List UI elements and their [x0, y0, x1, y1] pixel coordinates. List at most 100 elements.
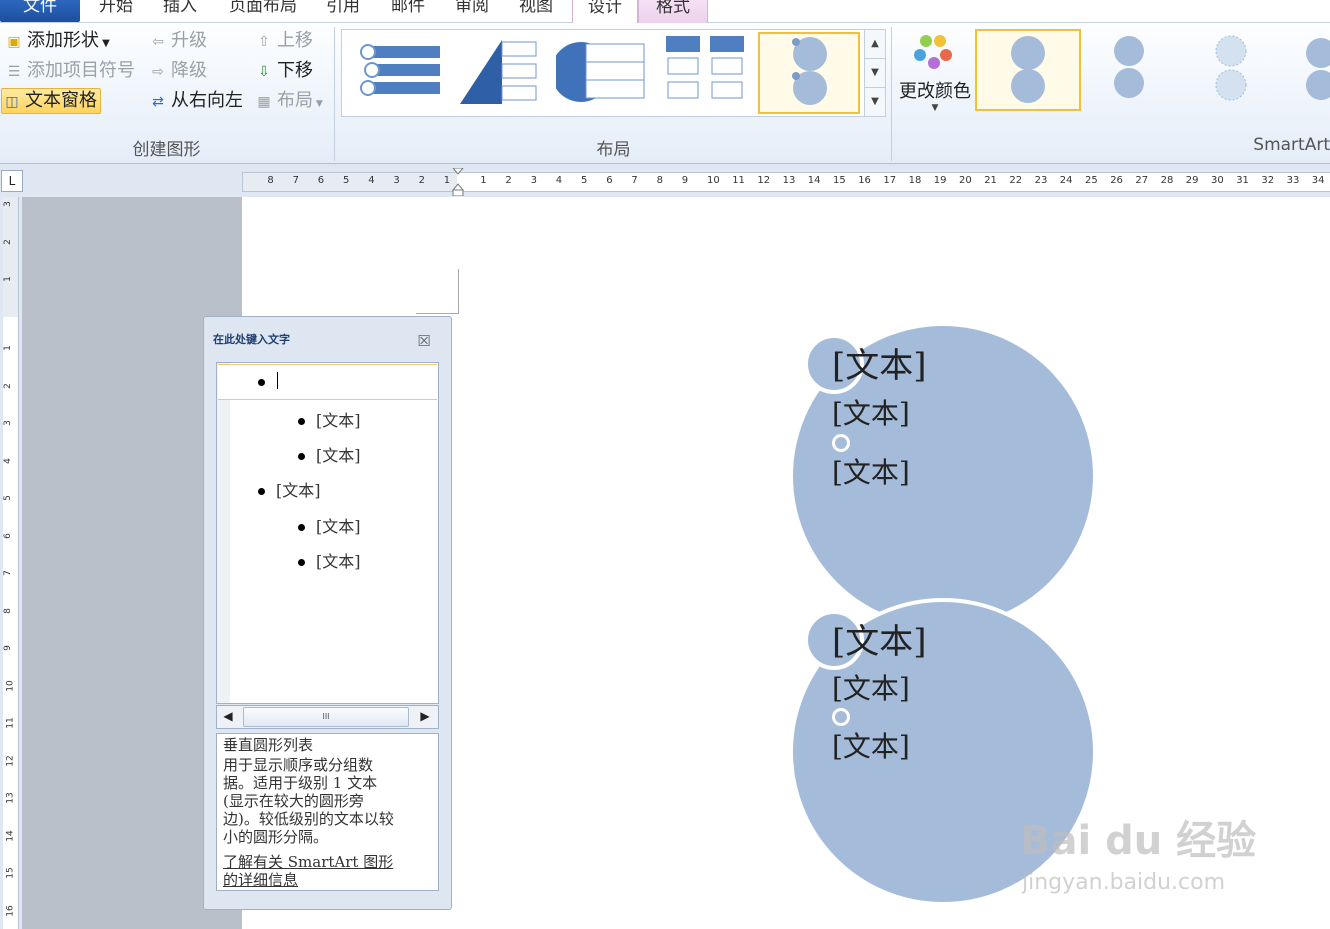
gallery-more[interactable]: ▼ [864, 87, 886, 117]
move-down-button[interactable]: ⇩ 下移 [254, 59, 313, 83]
learn-more-link[interactable]: 了解有关 SmartArt 图形 的详细信息 [223, 853, 431, 889]
scroll-right-icon[interactable]: ▶ [415, 707, 435, 725]
layout-thumb-hierarchy[interactable] [660, 32, 758, 110]
layout-thumb-bullet-list[interactable] [348, 32, 446, 110]
smartart-level2-text[interactable]: [文本] [832, 451, 910, 491]
ruler-number: 15 [5, 867, 16, 879]
learn-more-link-line: 了解有关 SmartArt 图形 [223, 853, 394, 871]
smartart-level1-text-2[interactable]: [文本] [832, 614, 927, 663]
list-item-text: [文本] [316, 517, 361, 536]
move-up-button[interactable]: ⇧ 上移 [254, 29, 313, 53]
layout-description-line: 用于显示顺序或分组数 [223, 756, 374, 774]
layout-thumb-arc-list[interactable] [551, 32, 654, 110]
ruler-number: 13 [5, 792, 16, 804]
demote-button[interactable]: ⇨ 降级 [148, 59, 207, 83]
ruler-number: 6 [606, 175, 613, 186]
list-item[interactable]: [文本] [258, 477, 321, 501]
ruler-number: 11 [5, 717, 16, 729]
bullet-icon [298, 559, 305, 566]
add-shape-label: 添加形状 [27, 30, 99, 51]
ruler-number: 11 [732, 175, 745, 186]
layout-button[interactable]: ▦ 布局 ▼ [254, 89, 323, 113]
list-item[interactable]: [文本] [298, 442, 361, 466]
tab-review[interactable]: 审阅 [446, 0, 498, 22]
demote-label: 降级 [171, 60, 207, 81]
ruler-number: 7 [292, 175, 299, 186]
list-item-text: [文本] [316, 411, 361, 430]
smartart-level2-text[interactable]: [文本] [832, 725, 910, 765]
tab-home[interactable]: 开始 [88, 0, 144, 22]
dropdown-arrow-icon: ▼ [313, 99, 323, 109]
move-up-label: 上移 [277, 30, 313, 51]
ruler-number: 19 [933, 175, 947, 186]
tab-view[interactable]: 视图 [510, 0, 562, 22]
ruler-number: 16 [858, 175, 871, 186]
ruler-number: 34 [1311, 175, 1325, 186]
ruler-number: 6 [317, 175, 325, 186]
tab-file[interactable]: 文件 [0, 0, 80, 22]
layout-thumb-vertical-circle-list[interactable] [758, 32, 860, 114]
layout-description-title: 垂直圆形列表 [223, 736, 314, 754]
layout-description-line: 小的圆形分隔。 [223, 828, 329, 846]
text-pane-title: 在此处键入文字 [213, 333, 290, 346]
ruler-number: 4 [555, 175, 563, 186]
tab-design[interactable]: 设计 [572, 0, 638, 24]
tab-mailings[interactable]: 邮件 [382, 0, 434, 22]
text-caret [277, 372, 278, 389]
tab-format[interactable]: 格式 [638, 0, 708, 23]
ruler-number: 10 [707, 175, 720, 186]
ruler-number: 3 [3, 420, 13, 426]
list-item[interactable]: [文本] [298, 513, 361, 537]
style-thumb-moderate[interactable] [1181, 31, 1281, 109]
ruler-number: 33 [1286, 175, 1300, 186]
style-thumb-subtle[interactable] [1079, 31, 1179, 109]
indent-marker-icon[interactable] [451, 167, 465, 197]
ruler-number: 8 [3, 607, 13, 614]
tab-references[interactable]: 引用 [318, 0, 368, 22]
bullet-icon [298, 453, 305, 460]
list-item[interactable]: [文本] [298, 407, 361, 431]
text-pane-gutter [217, 363, 230, 703]
gallery-scroll-down[interactable]: ▼ [864, 58, 886, 88]
ruler-number: 1 [3, 276, 13, 282]
group-label-create-graphic: 创建图形 [132, 140, 201, 160]
palette-icon [914, 35, 952, 69]
bullet-icon [258, 488, 265, 495]
ruler-number: 22 [1009, 175, 1023, 186]
ruler-number: 5 [343, 175, 350, 186]
arrow-left-icon: ⇦ [152, 34, 164, 50]
ruler-number: 27 [1135, 175, 1149, 186]
promote-button[interactable]: ⇦ 升级 [148, 29, 207, 53]
horizontal-scrollbar[interactable]: ◀ III ▶ [216, 705, 439, 729]
text-pane-button[interactable]: ◫ 文本窗格 [1, 88, 101, 114]
scroll-left-icon[interactable]: ◀ [218, 707, 238, 725]
layout-thumb-pyramid[interactable] [452, 32, 550, 110]
close-icon[interactable]: ☒ [416, 333, 432, 349]
arrow-up-icon: ⇧ [258, 34, 270, 50]
ruler-number: 8 [267, 175, 274, 186]
add-bullet-label: 添加项目符号 [27, 60, 135, 81]
tab-stop-selector[interactable]: L [1, 170, 23, 192]
horizontal-ruler[interactable]: 8 7 6 5 4 3 2 1 1 2 3 4 5 6 7 8 9 10 11 12 13 14 15 16 17 18 19 20 2… [242, 172, 1330, 192]
tab-page-layout[interactable]: 页面布局 [218, 0, 308, 22]
ruler-number: 2 [505, 175, 512, 186]
list-item[interactable]: [文本] [298, 548, 361, 572]
change-colors-button[interactable]: 更改颜色 ▼ [898, 29, 972, 125]
scroll-thumb[interactable]: III [243, 707, 409, 727]
smartart-level2-text[interactable]: [文本] [832, 392, 910, 432]
add-shape-button[interactable]: ▣ 添加形状 ▼ [4, 29, 110, 53]
style-thumb-intense[interactable] [1281, 31, 1330, 109]
style-thumb-simple[interactable] [975, 29, 1081, 111]
gallery-scroll-up[interactable]: ▲ [864, 29, 886, 59]
tab-insert[interactable]: 插入 [152, 0, 208, 22]
list-item[interactable] [258, 372, 276, 391]
right-to-left-button[interactable]: ⇄ 从右向左 [148, 89, 243, 113]
smartart-level2-text[interactable]: [文本] [832, 667, 910, 707]
add-bullet-button[interactable]: ☰ 添加项目符号 [4, 59, 135, 83]
ribbon-tab-bar: 文件 开始 插入 页面布局 引用 邮件 审阅 视图 设计 格式 [0, 0, 1330, 24]
layout-description-line: 边)。较低级别的文本以较 [223, 810, 394, 828]
text-pane-list[interactable]: [文本] [文本] [文本] [文本] [文本] [216, 362, 439, 704]
smartart-level1-text-1[interactable]: [文本] [832, 338, 927, 387]
vertical-ruler[interactable]: 3 2 1 1 2 3 4 5 6 7 8 9 10 11 12 13 14 15 16 [3, 197, 19, 929]
ruler-number: 5 [3, 495, 13, 501]
